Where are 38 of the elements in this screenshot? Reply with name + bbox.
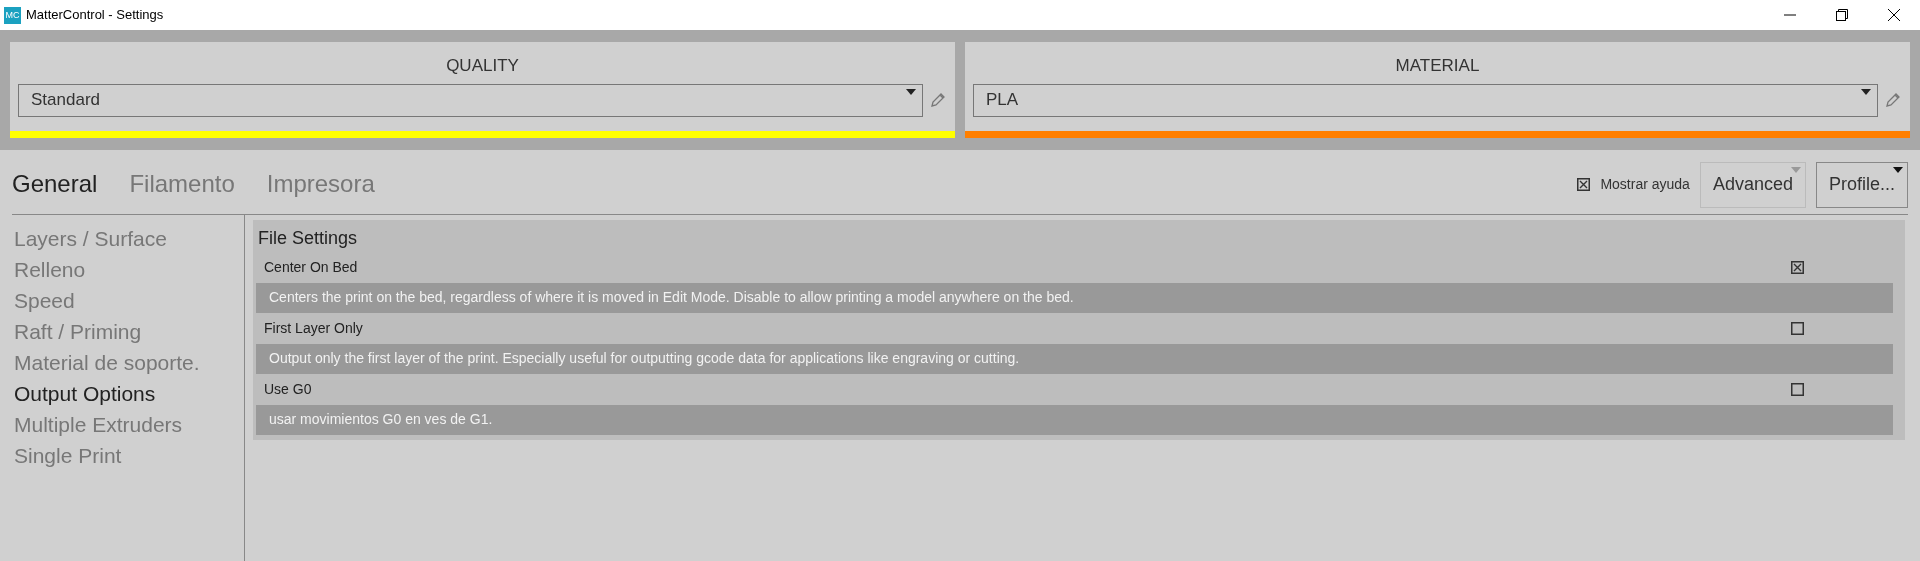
preset-title: QUALITY [445, 55, 520, 77]
help-text: Output only the first layer of the print. Especially useful for outputting gcode data for applications like engraving or cutting. [256, 343, 1893, 374]
tab[interactable]: Filamento [129, 165, 235, 202]
setting-checkbox[interactable] [1791, 382, 1804, 396]
setting-checkbox[interactable] [1791, 321, 1804, 335]
setting-label: Use G0 [264, 379, 312, 399]
preset-title: MATERIAL [1394, 55, 1481, 77]
setting-checkbox[interactable] [1791, 260, 1804, 274]
restore-icon[interactable] [1836, 9, 1848, 21]
app-logo: MC [4, 6, 21, 24]
caret-icon [1893, 166, 1903, 173]
pencil-icon[interactable] [929, 91, 947, 109]
window-title: MatterControl - Settings [26, 6, 164, 25]
pencil-icon[interactable] [1884, 91, 1902, 109]
sidebar-item[interactable]: Multiple Extruders [14, 408, 244, 440]
sidebar-item[interactable]: Speed [14, 284, 244, 316]
caret-icon [1790, 166, 1801, 173]
setting-label: First Layer Only [264, 318, 363, 338]
help-checkbox[interactable] [1577, 178, 1591, 191]
preset-dropdown[interactable]: Standard [18, 83, 923, 117]
tab[interactable]: General [12, 165, 98, 202]
caret-icon [906, 88, 916, 95]
sidebar-item[interactable]: Output Options [14, 377, 244, 409]
setting-label: Center On Bed [264, 257, 358, 277]
help-text: Centers the print on the bed, regardless of where it is moved in Edit Mode. Disable to allow printing a model anywhere on the bed. [256, 282, 1893, 313]
close-icon[interactable] [1888, 9, 1900, 21]
sidebar-item[interactable]: Raft / Priming [14, 315, 244, 347]
help-label: Mostrar ayuda [1600, 175, 1690, 194]
caret-icon [1861, 88, 1871, 95]
sidebar-item[interactable]: Relleno [14, 253, 244, 285]
preset-dropdown[interactable]: PLA [973, 83, 1878, 117]
sidebar-item[interactable]: Layers / Surface [14, 222, 244, 254]
tab[interactable]: Impresora [266, 165, 375, 202]
menu-button[interactable]: Profile... [1815, 161, 1908, 208]
sidebar-item[interactable]: Single Print [14, 439, 244, 471]
help-text: usar movimientos G0 en ves de G1. [256, 404, 1893, 435]
section-title: File Settings [257, 226, 359, 250]
sidebar-item[interactable]: Material de soporte. [14, 346, 244, 378]
